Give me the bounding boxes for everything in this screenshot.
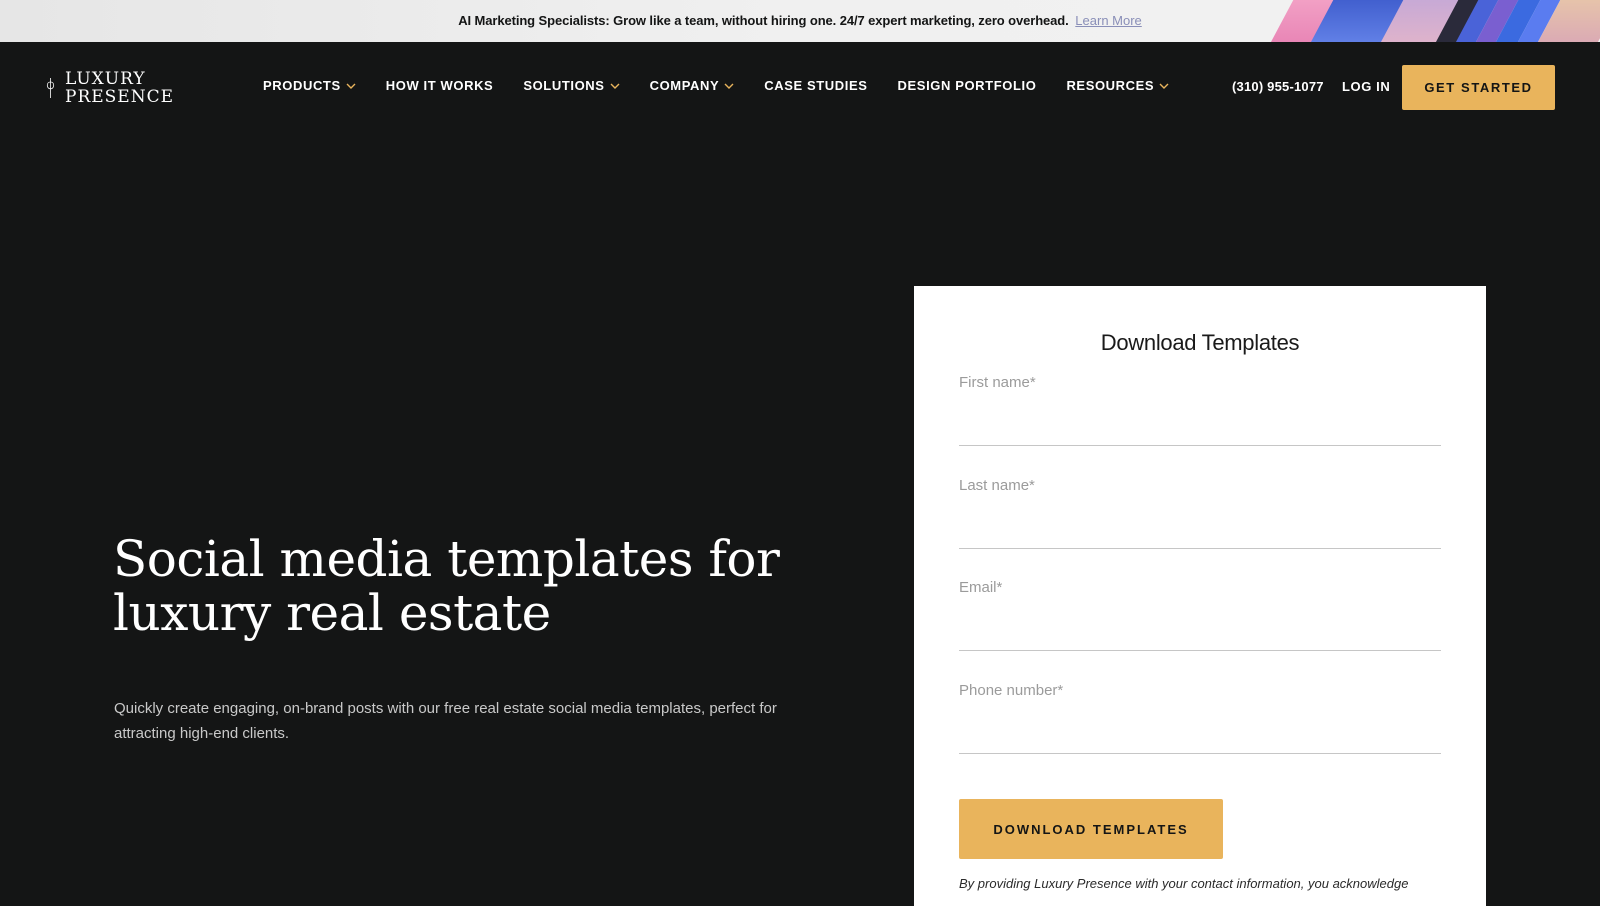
last-name-input[interactable] (959, 501, 1441, 549)
learn-more-link[interactable]: Learn More (1075, 13, 1141, 28)
chevron-down-icon (724, 83, 734, 89)
nav-item-resources[interactable]: RESOURCES (1066, 78, 1169, 93)
first-name-input[interactable] (959, 398, 1441, 446)
form-title: Download Templates (1100, 330, 1300, 355)
logo-mark-icon (46, 78, 55, 98)
nav-item-company[interactable]: COMPANY (650, 78, 735, 93)
last-name-label: Last name* (959, 477, 1035, 494)
logo[interactable]: LUXURY PRESENCE (44, 66, 174, 110)
phone-number-label: Phone number* (959, 682, 1064, 699)
download-templates-button[interactable]: DOWNLOAD TEMPLATES (959, 799, 1223, 859)
hero-subtitle-line-1: Quickly create engaging, on-brand posts … (114, 700, 777, 717)
nav-item-case-studies[interactable]: CASE STUDIES (764, 78, 867, 93)
nav-item-how-it-works[interactable]: HOW IT WORKS (386, 78, 494, 93)
nav-item-design-portfolio[interactable]: DESIGN PORTFOLIO (898, 78, 1037, 93)
chevron-down-icon (610, 83, 620, 89)
phone-link[interactable]: (310) 955-1077 (1232, 79, 1324, 94)
hero-subtitle: Quickly create engaging, on-brand posts … (114, 696, 804, 746)
email-field-group: Email* (959, 579, 1441, 657)
nav-item-products[interactable]: PRODUCTS (263, 78, 356, 93)
logo-line-2: PRESENCE (65, 87, 174, 107)
login-link[interactable]: LOG IN (1342, 79, 1390, 94)
logo-wordmark: LUXURY PRESENCE (65, 70, 174, 106)
logo-line-1: LUXURY (65, 69, 146, 89)
phone-number-input[interactable] (959, 706, 1441, 754)
email-label: Email* (959, 579, 1003, 596)
download-form-card: Download Templates First name* Last name… (914, 286, 1486, 906)
hero-subtitle-line-2: attracting high-end clients. (114, 725, 290, 742)
nav-item-label: DESIGN PORTFOLIO (897, 78, 1037, 93)
site-header: LUXURY PRESENCE PRODUCTS HOW IT WORKS SO… (0, 42, 1600, 132)
first-name-label: First name* (959, 374, 1036, 391)
chevron-down-icon (346, 83, 356, 89)
hero-title-line-2: luxury real estate (113, 584, 551, 642)
chevron-down-icon (1159, 83, 1169, 89)
phone-number-field-group: Phone number* (959, 682, 1441, 760)
nav-item-label: CASE STUDIES (764, 78, 868, 93)
nav-item-label: COMPANY (649, 78, 720, 93)
nav-item-label: HOW IT WORKS (385, 78, 494, 93)
email-input[interactable] (959, 603, 1441, 651)
nav-item-label: PRODUCTS (263, 78, 341, 93)
main-nav: PRODUCTS HOW IT WORKS SOLUTIONS COMPANY … (263, 78, 1199, 93)
announcement-message: AI Marketing Specialists: Grow like a te… (458, 13, 1069, 28)
get-started-button[interactable]: GET STARTED (1402, 65, 1555, 110)
nav-item-solutions[interactable]: SOLUTIONS (523, 78, 620, 93)
hero-title: Social media templates for luxury real e… (113, 532, 813, 640)
last-name-field-group: Last name* (959, 477, 1441, 555)
first-name-field-group: First name* (959, 374, 1441, 452)
announcement-bar: AI Marketing Specialists: Grow like a te… (0, 0, 1600, 42)
announcement-artwork (1240, 0, 1600, 42)
form-disclaimer: By providing Luxury Presence with your c… (959, 876, 1409, 891)
nav-item-label: RESOURCES (1066, 78, 1155, 93)
nav-item-label: SOLUTIONS (523, 78, 605, 93)
hero-title-line-1: Social media templates for (113, 530, 780, 588)
